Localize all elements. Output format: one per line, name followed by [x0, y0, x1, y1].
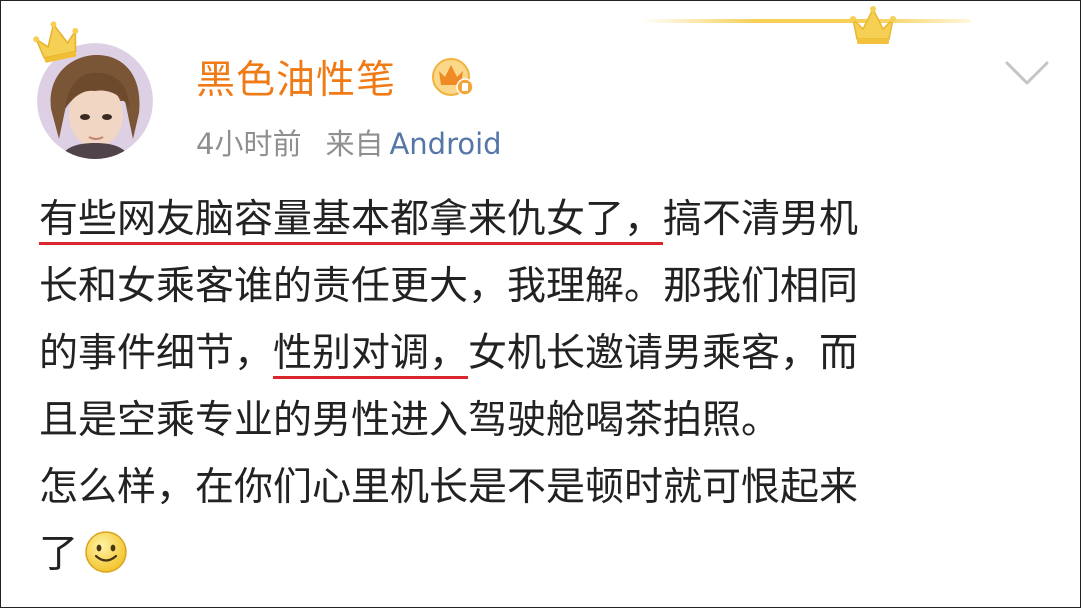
post-content: 有些网友脑容量基本都拿来仇女了，搞不清男机 长和女乘客谁的责任更大，我理解。那我… [39, 186, 1059, 588]
post-text: 女机长邀请男乘客，而 [468, 331, 859, 376]
source-link[interactable]: Android [389, 127, 501, 161]
weibo-post-card: 黑色油性笔 4小时前 来自 Android 有些网友脑容量基本都拿来仇女了，搞不清男… [0, 0, 1081, 608]
username[interactable]: 黑色油性笔 [196, 49, 396, 105]
highlighted-text: 性别对调， [273, 331, 469, 376]
header-decoration-line [641, 19, 971, 23]
chevron-down-icon[interactable] [1001, 57, 1053, 89]
post-meta: 4小时前 来自 Android [196, 121, 502, 163]
crown-icon [850, 6, 896, 44]
post-line: 有些网友脑容量基本都拿来仇女了，搞不清男机 [39, 186, 1059, 253]
highlighted-text: 有些网友脑容量基本都拿来仇女了， [39, 197, 664, 242]
smile-emoji-icon [85, 531, 127, 573]
post-text: 了 [39, 532, 79, 577]
post-line: 长和女乘客谁的责任更大，我理解。那我们相同 [39, 264, 859, 309]
post-line: 怎么样，在你们心里机长是不是顿时就可恨起来 [39, 465, 859, 510]
vip-crown-badge-icon [432, 58, 474, 96]
post-time: 4小时前 [196, 127, 302, 161]
post-text: 的事件细节， [39, 331, 274, 376]
post-line: 且是空乘专业的男性进入驾驶舱喝茶拍照。 [39, 398, 781, 443]
source-label: 来自 [325, 127, 384, 161]
post-line: 的事件细节，性别对调，女机长邀请男乘客，而 [39, 320, 1059, 387]
post-text: 搞不清男机 [663, 197, 859, 242]
post-line: 了 [39, 521, 1059, 588]
